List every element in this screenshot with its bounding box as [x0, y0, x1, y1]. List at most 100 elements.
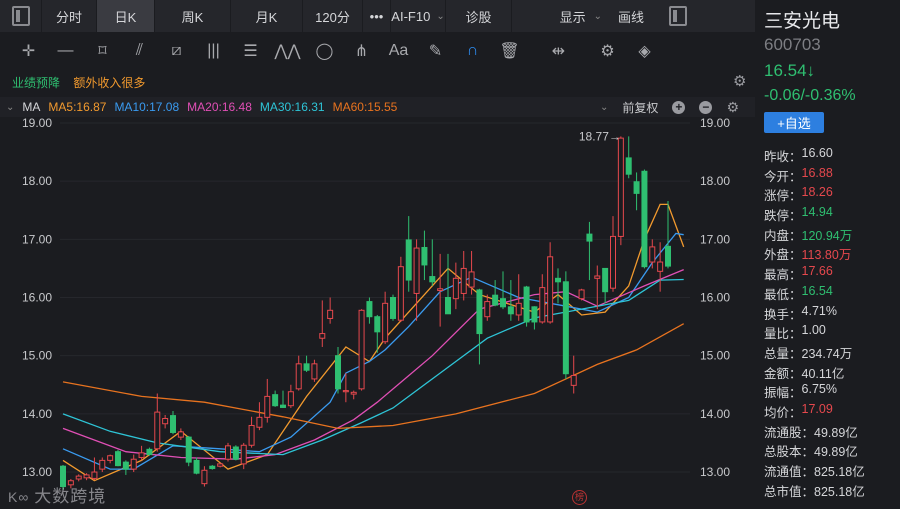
candle-body — [421, 246, 428, 266]
stat-label: 内盘： — [764, 228, 802, 243]
stat-value: 234.74万 — [801, 346, 853, 361]
candle-body — [445, 297, 451, 315]
stat-row: 流通值： 825.18亿 — [764, 461, 865, 481]
candle-body — [602, 267, 609, 293]
seal-stamp: 榜 — [572, 490, 587, 505]
candle-body — [272, 394, 279, 407]
candle-body — [366, 301, 373, 318]
candle-body — [83, 474, 90, 479]
stat-row: 振幅： 6.75% — [764, 382, 865, 402]
stat-row: 最低： 16.54 — [764, 284, 865, 304]
candle-body — [311, 363, 318, 380]
candle — [641, 169, 648, 269]
candle-body — [170, 415, 176, 433]
candle-body — [154, 411, 161, 450]
candle-body — [146, 448, 153, 456]
candle-body — [287, 391, 294, 407]
candle — [633, 172, 640, 211]
stat-label: 金额： — [764, 366, 802, 381]
candle — [209, 465, 216, 470]
stat-label: 流通值： — [764, 465, 815, 479]
candle-body — [319, 333, 326, 339]
candle — [201, 466, 208, 487]
candle — [484, 294, 491, 321]
stat-value: 825.18亿 — [814, 465, 865, 479]
candle — [154, 393, 161, 452]
candle — [531, 306, 538, 330]
candle-body — [649, 246, 656, 263]
stat-value: 113.80万 — [801, 248, 852, 263]
candle-body — [358, 309, 365, 390]
candle — [272, 390, 279, 407]
y-tick-label-left: 18.00 — [22, 174, 52, 188]
candle — [358, 309, 365, 391]
candle — [177, 428, 184, 441]
candle — [295, 355, 302, 391]
candle-body — [240, 444, 247, 465]
stat-value: 825.18亿 — [814, 484, 865, 499]
candle-body — [460, 267, 467, 294]
candle-body — [209, 465, 216, 470]
candle — [625, 136, 632, 179]
y-tick-label-left: 17.00 — [22, 232, 52, 246]
stat-value: 4.71% — [801, 303, 837, 318]
candle-body — [617, 137, 624, 237]
stat-label: 总量： — [764, 346, 802, 361]
candle-body — [405, 239, 412, 281]
stat-value: 49.89亿 — [814, 445, 858, 460]
stat-value: 17.66 — [801, 264, 833, 279]
y-tick-label-right: 19.00 — [700, 116, 730, 130]
candle-body — [115, 451, 121, 467]
stat-value: 18.26 — [801, 185, 833, 200]
stat-label: 今开： — [764, 169, 802, 184]
candle — [413, 239, 420, 321]
stat-row: 流通股： 49.89亿 — [764, 422, 865, 442]
candle-body — [570, 374, 577, 386]
add-watchlist-button[interactable]: +自选 — [764, 112, 824, 133]
candle — [555, 268, 561, 304]
stat-label: 总市值： — [764, 484, 815, 499]
candle — [75, 474, 82, 482]
candle-body — [107, 455, 114, 461]
candle — [617, 136, 624, 246]
candle-body — [413, 247, 420, 294]
candle-body — [342, 390, 349, 393]
max-price-label: 18.77→ — [579, 129, 621, 143]
candle — [523, 285, 530, 327]
candle-body — [177, 431, 184, 438]
stock-code: 600703 — [764, 35, 821, 54]
candle — [170, 410, 176, 435]
candle-body — [295, 363, 302, 390]
candle — [586, 221, 593, 281]
candle — [107, 454, 114, 464]
candle-body — [390, 297, 396, 319]
y-tick-label-right: 16.00 — [700, 291, 730, 305]
candle-body — [91, 471, 98, 479]
candle-body — [335, 355, 341, 390]
candle-body — [382, 302, 389, 343]
stat-label: 外盘： — [764, 248, 802, 263]
stat-row: 最高： 17.66 — [764, 264, 865, 284]
y-tick-label-left: 14.00 — [22, 407, 52, 421]
candle — [146, 447, 153, 456]
candle — [122, 460, 129, 475]
stat-label: 涨停： — [764, 189, 802, 204]
candle-body — [484, 301, 491, 318]
candle-body — [492, 294, 499, 306]
candle-body — [515, 302, 522, 316]
candle — [539, 274, 546, 324]
candle-body — [547, 256, 554, 323]
kline-chart[interactable]: 19.00 19.00 18.00 18.00 17.00 17.00 16.00 16.00… — [0, 0, 755, 509]
candle — [429, 239, 436, 286]
candle — [193, 457, 200, 475]
candle — [350, 390, 357, 400]
candle — [468, 250, 475, 295]
candle — [91, 457, 98, 481]
stat-value: 17.09 — [801, 401, 833, 416]
candle-body — [162, 418, 169, 425]
candle-body — [555, 277, 561, 283]
candle-body — [641, 170, 648, 268]
candle — [602, 267, 609, 304]
candle — [460, 250, 467, 301]
y-tick-label-right: 13.00 — [700, 465, 730, 479]
